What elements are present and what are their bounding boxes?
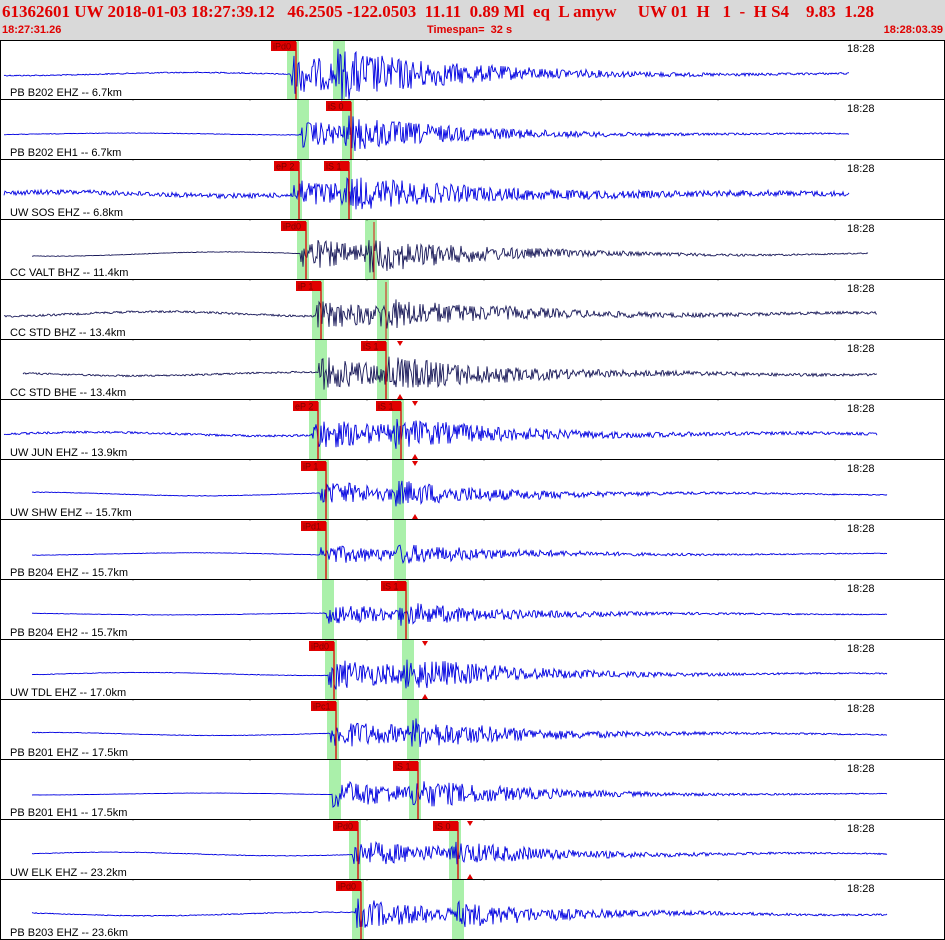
trace-row[interactable]: iP 1 18:28 CC STD BHZ -- 13.4km bbox=[0, 280, 945, 340]
station-label: UW TDL EHZ -- 17.0km bbox=[10, 687, 126, 699]
trace-row[interactable]: iPc1 18:28 PB B201 EHZ -- 17.5km bbox=[0, 700, 945, 760]
trace-row[interactable]: iS 1 18:28 PB B201 EH1 -- 17.5km bbox=[0, 760, 945, 820]
trace-time-label: 18:28 bbox=[847, 823, 875, 835]
s-pick-label: iS 1 bbox=[363, 342, 379, 352]
trace-time-label: 18:28 bbox=[847, 223, 875, 235]
p-window-marker bbox=[297, 100, 309, 160]
waveform bbox=[32, 544, 888, 564]
p-pick-label: iPc1 bbox=[313, 702, 331, 712]
arrival-triangle bbox=[467, 874, 473, 879]
trace-row[interactable]: iPd1 18:28 PB B204 EHZ -- 15.7km bbox=[0, 520, 945, 580]
p-pick-label: iP 1 bbox=[298, 282, 313, 292]
p-pick-label: iP 1 bbox=[303, 462, 318, 472]
trace-time-label: 18:28 bbox=[847, 883, 875, 895]
arrival-triangle bbox=[467, 821, 473, 826]
station-label: CC VALT BHZ -- 11.4km bbox=[10, 267, 128, 279]
p-pick-label: eP 2 bbox=[295, 402, 313, 412]
arrival-triangle bbox=[397, 341, 403, 346]
arrival-triangle bbox=[412, 401, 418, 406]
s-pick-label: iS 1 bbox=[378, 402, 394, 412]
arrival-triangle bbox=[397, 394, 403, 399]
trace-row[interactable]: iS 0 18:28 PB B202 EH1 -- 6.7km bbox=[0, 100, 945, 160]
station-label: CC STD BHE -- 13.4km bbox=[10, 387, 126, 399]
station-label: PB B201 EH1 -- 17.5km bbox=[10, 807, 127, 819]
trace-time-label: 18:28 bbox=[847, 583, 875, 595]
p-pick-label: iPd0 bbox=[335, 822, 353, 832]
waveform bbox=[3, 177, 850, 210]
station-label: UW JUN EHZ -- 13.9km bbox=[10, 447, 127, 459]
arrival-triangle bbox=[412, 514, 418, 519]
trace-row[interactable]: iPd0 18:28 CC VALT BHZ -- 11.4km bbox=[0, 220, 945, 280]
station-label: UW SOS EHZ -- 6.8km bbox=[10, 207, 123, 219]
waveform bbox=[3, 418, 878, 449]
trace-row[interactable]: iPd0 18:28 PB B203 EHZ -- 23.6km bbox=[0, 880, 945, 940]
trace-row[interactable]: iPd0 iS 0 18:28 UW ELK EHZ -- 23.2km bbox=[0, 820, 945, 880]
p-pick-label: iPd0 bbox=[311, 642, 329, 652]
waveform bbox=[3, 115, 850, 152]
trace-time-label: 18:28 bbox=[847, 763, 875, 775]
waveform bbox=[31, 780, 888, 808]
trace-row[interactable]: iP 1 18:28 UW SHW EHZ -- 15.7km bbox=[0, 460, 945, 520]
trace-time-label: 18:28 bbox=[847, 523, 875, 535]
s-pick-label: iS 1 bbox=[383, 582, 399, 592]
trace-row[interactable]: iPd0 18:28 UW TDL EHZ -- 17.0km bbox=[0, 640, 945, 700]
trace-row[interactable]: iS 1 18:28 CC STD BHE -- 13.4km bbox=[0, 340, 945, 400]
station-label: PB B202 EH1 -- 6.7km bbox=[10, 147, 121, 159]
station-label: UW ELK EHZ -- 23.2km bbox=[10, 867, 127, 879]
waveform bbox=[3, 299, 878, 329]
station-label: PB B204 EH2 -- 15.7km bbox=[10, 627, 127, 639]
p-pick-label: iPd0 bbox=[273, 42, 291, 52]
waveform bbox=[31, 659, 888, 690]
waveform bbox=[31, 480, 888, 507]
arrival-triangle bbox=[422, 694, 428, 699]
trace-time-label: 18:28 bbox=[847, 403, 875, 415]
start-time-label: 18:27:31.26 bbox=[2, 24, 62, 36]
trace-time-label: 18:28 bbox=[847, 343, 875, 355]
waveform bbox=[31, 603, 888, 626]
p-window-marker bbox=[329, 760, 341, 820]
station-label: PB B204 EHZ -- 15.7km bbox=[10, 567, 128, 579]
p-pick-label: eP 2 bbox=[276, 162, 294, 172]
trace-time-label: 18:28 bbox=[847, 43, 875, 55]
trace-time-label: 18:28 bbox=[847, 463, 875, 475]
event-header: 61362601 UW 2018-01-03 18:27:39.12 46.25… bbox=[0, 0, 945, 40]
station-label: PB B203 EHZ -- 23.6km bbox=[10, 927, 128, 939]
station-label: PB B202 EHZ -- 6.7km bbox=[10, 87, 122, 99]
arrival-triangle bbox=[422, 641, 428, 646]
waveform bbox=[31, 718, 888, 748]
arrival-triangle bbox=[412, 454, 418, 459]
s-pick-label: iS 1 bbox=[326, 162, 342, 172]
waveform bbox=[22, 356, 877, 390]
p-window-marker bbox=[322, 580, 334, 640]
timespan-label: Timespan= 32 s bbox=[427, 24, 513, 36]
s-pick-label: iS 1 bbox=[395, 762, 411, 772]
trace-time-label: 18:28 bbox=[847, 163, 875, 175]
station-label: CC STD BHZ -- 13.4km bbox=[10, 327, 126, 339]
trace-row[interactable]: iS 1 18:28 PB B204 EH2 -- 15.7km bbox=[0, 580, 945, 640]
waveform bbox=[3, 48, 850, 102]
end-time-label: 18:28:03.39 bbox=[883, 24, 943, 36]
waveform bbox=[32, 239, 869, 273]
trace-time-label: 18:28 bbox=[847, 283, 875, 295]
s-window-marker bbox=[394, 520, 406, 580]
p-pick-label: iPd0 bbox=[338, 882, 356, 892]
trace-time-label: 18:28 bbox=[847, 103, 875, 115]
trace-row[interactable]: iPd0 18:28 PB B202 EHZ -- 6.7km bbox=[0, 40, 945, 102]
s-pick-label: iS 0 bbox=[328, 102, 344, 112]
p-pick-label: iPd0 bbox=[283, 222, 301, 232]
trace-row[interactable]: eP 2 iS 1 18:28 UW SOS EHZ -- 6.8km bbox=[0, 160, 945, 220]
s-pick-label: iS 0 bbox=[435, 822, 451, 832]
trace-time-label: 18:28 bbox=[847, 643, 875, 655]
station-label: PB B201 EHZ -- 17.5km bbox=[10, 747, 128, 759]
event-summary-title: 61362601 UW 2018-01-03 18:27:39.12 46.25… bbox=[2, 2, 875, 21]
p-pick-label: iPd1 bbox=[303, 522, 321, 532]
arrival-triangle bbox=[412, 461, 418, 466]
seismogram-panel[interactable]: iPd0 18:28 PB B202 EHZ -- 6.7km iS 0 18:28 PB… bbox=[0, 40, 945, 940]
station-label: UW SHW EHZ -- 15.7km bbox=[10, 507, 132, 519]
trace-time-label: 18:28 bbox=[847, 703, 875, 715]
trace-row[interactable]: eP 2 iS 1 18:28 UW JUN EHZ -- 13.9km bbox=[0, 400, 945, 460]
